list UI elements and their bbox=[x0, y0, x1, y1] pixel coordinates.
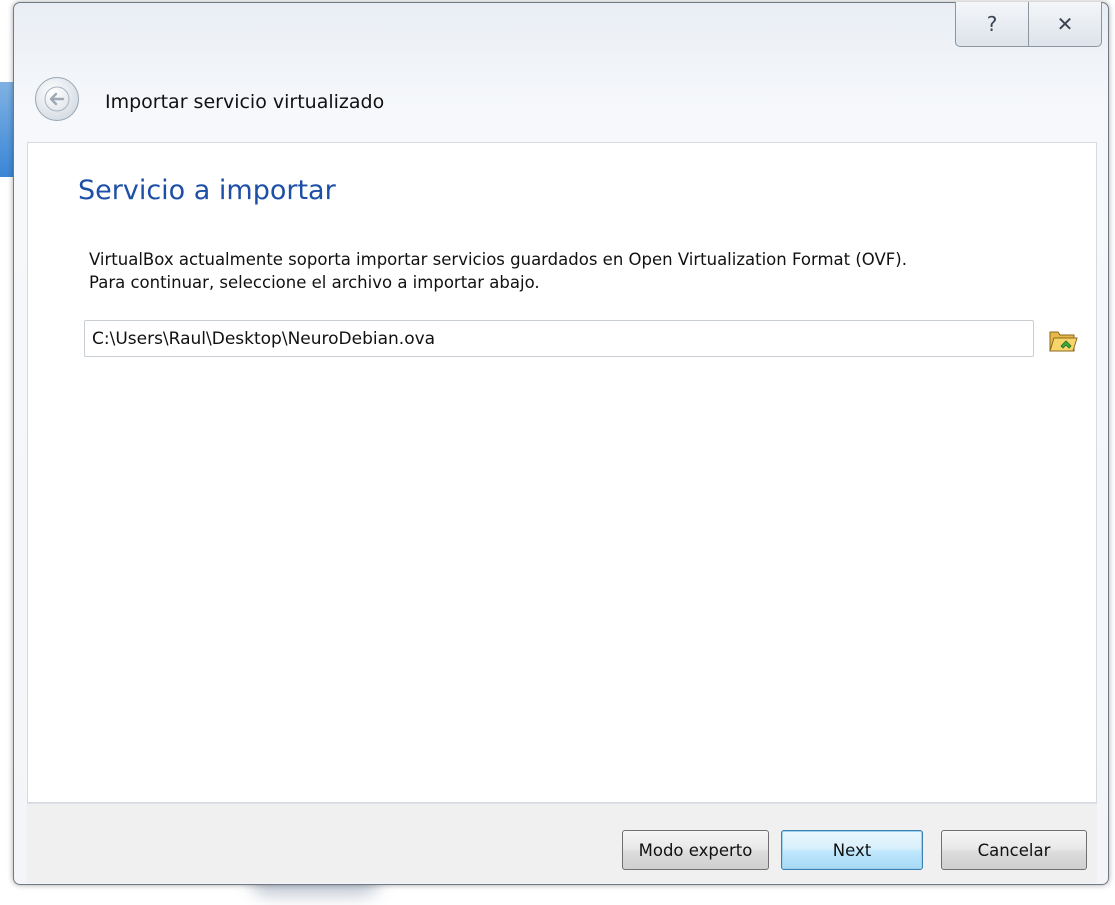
description-line-1: VirtualBox actualmente soporta importar … bbox=[89, 250, 907, 269]
expert-mode-button[interactable]: Modo experto bbox=[622, 830, 769, 870]
help-question-icon: ? bbox=[986, 12, 998, 36]
close-button[interactable]: ✕ bbox=[1028, 2, 1101, 46]
import-appliance-dialog: ? ✕ Importar servicio virtualizado Servi… bbox=[13, 2, 1109, 885]
back-button[interactable] bbox=[35, 77, 79, 121]
browse-file-button[interactable] bbox=[1048, 325, 1078, 355]
next-button[interactable]: Next bbox=[781, 830, 923, 870]
back-arrow-icon bbox=[44, 86, 70, 112]
file-path-input[interactable] bbox=[84, 320, 1034, 357]
cancel-button[interactable]: Cancelar bbox=[941, 830, 1087, 870]
page-title: Servicio a importar bbox=[78, 175, 336, 206]
window-caption-buttons: ? ✕ bbox=[955, 2, 1102, 47]
wizard-button-bar: Modo experto Next Cancelar bbox=[27, 803, 1097, 883]
open-folder-icon bbox=[1049, 331, 1078, 352]
description-line-2: Para continuar, seleccione el archivo a … bbox=[89, 273, 540, 292]
help-button[interactable]: ? bbox=[956, 2, 1028, 46]
desktop-background-accent bbox=[0, 82, 14, 177]
page-description: VirtualBox actualmente soporta importar … bbox=[89, 248, 1079, 294]
close-x-icon: ✕ bbox=[1056, 12, 1074, 36]
wizard-page: Servicio a importar VirtualBox actualmen… bbox=[27, 142, 1097, 803]
wizard-title: Importar servicio virtualizado bbox=[105, 91, 385, 113]
